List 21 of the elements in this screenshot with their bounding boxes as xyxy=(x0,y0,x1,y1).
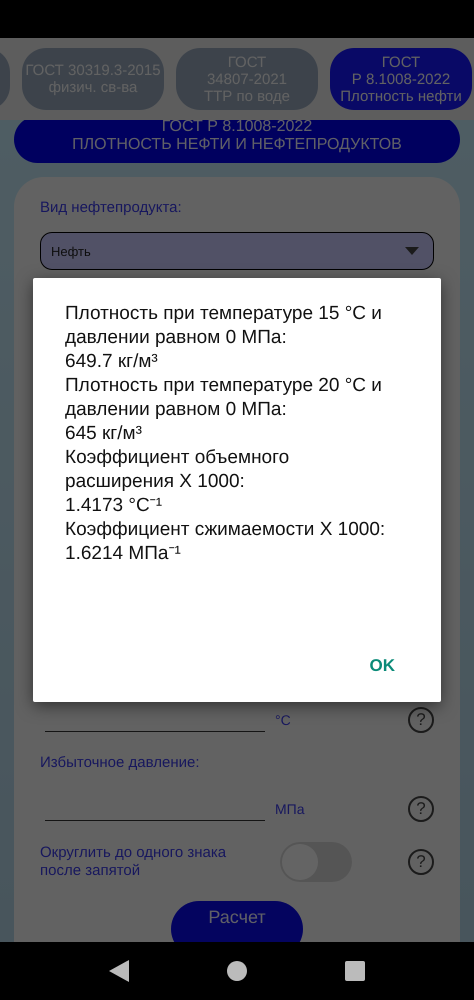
calculate-button[interactable]: Расчет xyxy=(171,901,303,942)
result-label: Плотность при температуре 15 °C и давлении равном 0 МПа: xyxy=(65,302,383,350)
product-dropdown[interactable]: Нефть xyxy=(40,232,434,270)
tab[interactable]: ГОСТ Р 8.1008-2022 Плотность нефти xyxy=(330,48,472,110)
help-icon[interactable]: ? xyxy=(408,849,434,875)
toggle-label: Округлить до одного знака после запятой xyxy=(40,844,228,880)
ok-button[interactable]: OK xyxy=(368,654,397,678)
result-label: Коэффициент сжимаемости X 1000: xyxy=(65,518,386,542)
result-value: 1.4173 °C⁻¹ xyxy=(65,494,164,518)
unit-label: °C xyxy=(275,712,292,728)
title-banner: ГОСТ Р 8.1008-2022 ПЛОТНОСТЬ НЕФТИ И НЕФТЕПРОДУКТОВ xyxy=(14,120,460,163)
result-value: 1.6214 МПа⁻¹ xyxy=(65,542,182,566)
result-label: Плотность при температуре 20 °C и давлении равном 0 МПа: xyxy=(65,374,383,422)
result-value: 649.7 кг/м³ xyxy=(65,350,159,374)
help-icon[interactable]: ? xyxy=(408,707,434,733)
help-icon[interactable]: ? xyxy=(408,796,434,822)
field-label: Вид нефтепродукта: xyxy=(40,199,183,216)
unit-label: МПа xyxy=(275,801,306,817)
result-value: 645 кг/м³ xyxy=(65,422,143,446)
field-label: Избыточное давление: xyxy=(40,754,201,771)
result-label: Коэффициент объемного расширения X 1000: xyxy=(65,446,290,494)
